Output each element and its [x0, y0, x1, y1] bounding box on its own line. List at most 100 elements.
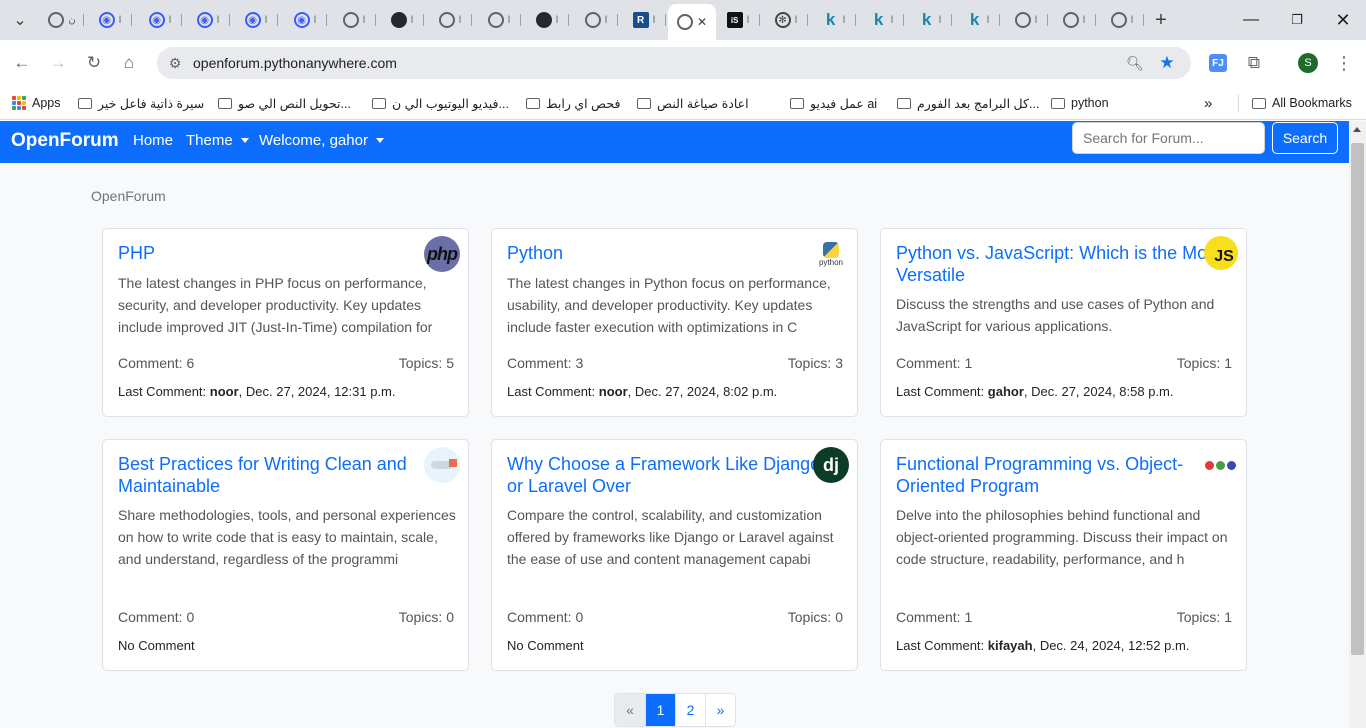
browser-tab[interactable]: ◉ ا — [234, 8, 278, 32]
forum-card-title[interactable]: Best Practices for Writing Clean and Mai… — [118, 454, 438, 497]
forum-card-title[interactable]: Functional Programming vs. Object-Orient… — [896, 454, 1216, 497]
scrollbar-thumb[interactable] — [1351, 143, 1364, 655]
github-icon — [535, 12, 552, 28]
close-window-button[interactable]: ✕ — [1328, 8, 1358, 32]
browser-tab[interactable]: kا — [860, 8, 904, 32]
browser-tab[interactable]: ◉ ا — [138, 8, 182, 32]
forum-search-input[interactable] — [1072, 122, 1265, 154]
bookmark-folder[interactable]: كل البرامج بعد الفورم... — [897, 92, 1039, 114]
scroll-up-arrow-icon[interactable] — [1353, 127, 1361, 132]
search-button[interactable]: Search — [1272, 122, 1338, 154]
browser-tab[interactable]: ✻ ا — [764, 8, 808, 32]
bookmark-folder[interactable]: تحويل النص الي صو... — [218, 92, 351, 114]
browser-tab[interactable]: ✕ — [668, 4, 716, 40]
pagination-page[interactable]: 2 — [675, 694, 705, 726]
forum-card-title[interactable]: Python — [507, 243, 807, 265]
browser-tab[interactable]: iS ا — [716, 8, 760, 32]
browser-tab[interactable]: ◉ ا — [283, 8, 327, 32]
browser-tab[interactable]: ا — [1100, 8, 1144, 32]
reload-icon[interactable]: ↻ — [80, 49, 108, 77]
page-title: OpenForum — [91, 188, 166, 204]
bookmark-folder[interactable]: فحص اي رابط — [526, 92, 620, 114]
browser-tab[interactable]: ا — [477, 8, 521, 32]
tab-title: ا — [555, 14, 559, 26]
tab-title: ا — [1034, 14, 1038, 26]
nav-home[interactable]: Home — [133, 132, 173, 149]
extensions-puzzle-icon[interactable]: ⧉ — [1240, 49, 1268, 77]
close-tab-icon[interactable]: ✕ — [697, 15, 707, 29]
all-bookmarks-folder[interactable]: All Bookmarks — [1252, 92, 1352, 114]
browser-tab[interactable]: ا — [428, 8, 472, 32]
comment-count: Comment: 6 — [118, 355, 195, 371]
chatgpt-icon: ✻ — [774, 12, 791, 28]
bookmark-folder[interactable]: فيديو اليوتيوب الي ن... — [372, 92, 509, 114]
pagination-next[interactable]: » — [705, 694, 735, 726]
browser-tab[interactable]: kا — [812, 8, 856, 32]
globe-icon — [342, 12, 359, 28]
pagination-prev[interactable]: « — [615, 694, 645, 726]
site-brand[interactable]: OpenForum — [11, 130, 119, 152]
bookmark-apps[interactable]: Apps — [12, 92, 61, 114]
nav-theme-dropdown[interactable]: Theme — [186, 132, 249, 149]
more-bookmarks-chevron-icon[interactable]: » — [1204, 92, 1212, 114]
browser-tab[interactable]: ◉ ا — [88, 8, 132, 32]
minimize-button[interactable]: — — [1236, 8, 1266, 32]
nav-user-label: Welcome, gahor — [259, 132, 368, 149]
last-comment-user[interactable]: gahor — [988, 384, 1024, 399]
tab-title: ا — [842, 14, 846, 26]
browser-tab[interactable]: kا — [956, 8, 1000, 32]
browser-tab[interactable]: ا — [525, 8, 569, 32]
zoom-icon[interactable]: 🔍︎ — [1125, 53, 1145, 73]
forum-card-title[interactable]: Python vs. JavaScript: Which is the Most… — [896, 243, 1226, 286]
browser-tab[interactable]: kا — [908, 8, 952, 32]
bookmark-folder[interactable]: اعادة صياغة النص — [637, 92, 749, 114]
forward-arrow-icon[interactable]: → — [44, 49, 72, 77]
address-bar[interactable]: ⚙ openforum.pythonanywhere.com 🔍︎ ★ — [157, 47, 1191, 79]
forum-card: PHP php The latest changes in PHP focus on… — [102, 228, 469, 417]
bookmark-folder[interactable]: python — [1051, 92, 1109, 114]
page-scrollbar[interactable] — [1349, 121, 1366, 728]
forum-card: Best Practices for Writing Clean and Mai… — [102, 439, 469, 671]
home-icon[interactable]: ⌂ — [115, 49, 143, 77]
browser-tab[interactable]: ا — [1004, 8, 1048, 32]
browser-tab[interactable]: ا — [574, 8, 618, 32]
bookmark-star-icon[interactable]: ★ — [1157, 53, 1177, 73]
url-text[interactable]: openforum.pythonanywhere.com — [193, 55, 397, 71]
browser-tab[interactable]: ا — [1052, 8, 1096, 32]
site-info-icon[interactable]: ⚙ — [165, 53, 185, 73]
last-comment-user[interactable]: noor — [599, 384, 628, 399]
browser-tab[interactable]: Rا — [622, 8, 666, 32]
last-comment-user[interactable]: kifayah — [988, 638, 1033, 653]
tab-title: ا — [1130, 14, 1134, 26]
tab-title: ا — [216, 14, 220, 26]
profile-avatar[interactable]: S — [1294, 49, 1322, 77]
tab-title: ا — [458, 14, 462, 26]
k-icon: k — [969, 10, 980, 29]
last-comment-date: , Dec. 24, 2024, 12:52 p.m. — [1032, 638, 1190, 653]
forum-card-title[interactable]: Why Choose a Framework Like Django or La… — [507, 454, 837, 497]
github-icon — [390, 12, 407, 28]
new-tab-button[interactable]: + — [1149, 8, 1173, 32]
extension-fi-icon[interactable]: FJ — [1204, 49, 1232, 77]
browser-menu-icon[interactable]: ⋮ — [1330, 49, 1358, 77]
bookmark-folder[interactable]: سيرة ذاتية فاعل خير — [78, 92, 204, 114]
back-arrow-icon[interactable]: ← — [8, 49, 36, 77]
globe-icon — [584, 12, 601, 28]
pagination-page[interactable]: 1 — [645, 694, 675, 726]
maximize-button[interactable]: ❐ — [1282, 8, 1312, 32]
tab-title: ن — [68, 14, 76, 26]
browser-tab-strip: ⌄ ن ◉ ا ◉ ا ◉ ا ◉ ا ◉ ا ا ا ا ا ا ا R ا ✕ iS ا ✻ ا k ا k ا k ا k ا ا ا ا +… — [0, 0, 1366, 40]
globe-icon — [1062, 12, 1079, 28]
tab-search-chevron-icon[interactable]: ⌄ — [8, 8, 32, 32]
last-comment-user[interactable]: noor — [210, 384, 239, 399]
bookmark-folder[interactable]: عمل فيديو ai — [790, 92, 877, 114]
folder-icon — [526, 97, 540, 109]
browser-tab[interactable]: ◉ ا — [186, 8, 230, 32]
comment-count: Comment: 3 — [507, 355, 584, 371]
forum-card-title[interactable]: PHP — [118, 243, 418, 265]
browser-tab[interactable]: ا — [332, 8, 376, 32]
browser-tab[interactable]: ن — [40, 8, 84, 32]
django-logo-text: dj — [823, 454, 839, 475]
browser-tab[interactable]: ا — [380, 8, 424, 32]
nav-user-dropdown[interactable]: Welcome, gahor — [259, 132, 384, 149]
